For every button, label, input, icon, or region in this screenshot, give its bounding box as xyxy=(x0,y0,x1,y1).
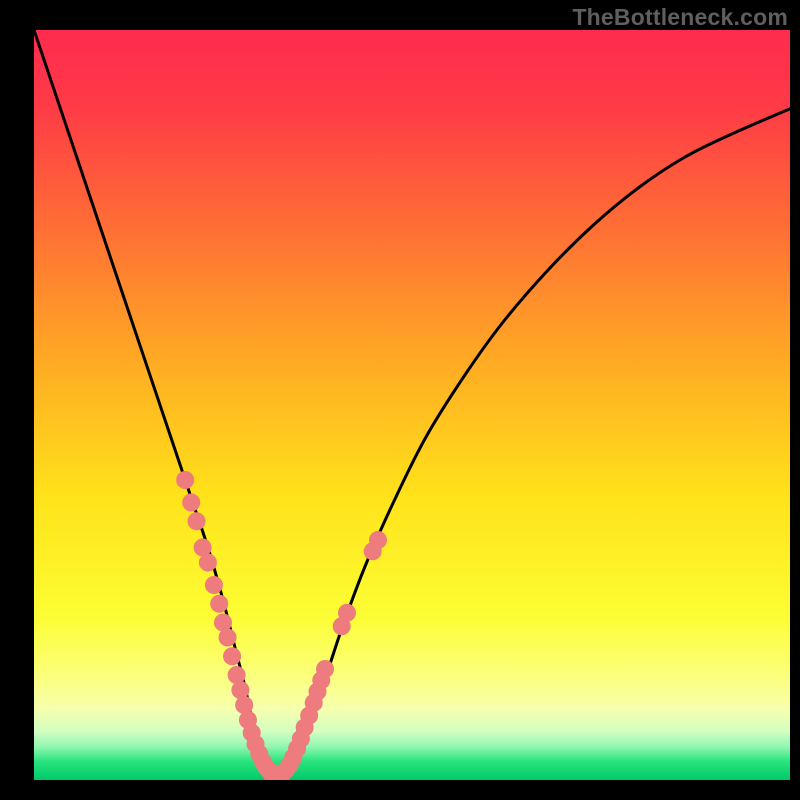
plot-area xyxy=(34,30,790,780)
sample-point xyxy=(235,696,253,714)
sample-point xyxy=(231,681,249,699)
sample-point xyxy=(182,494,200,512)
bottleneck-curve xyxy=(34,30,790,776)
sample-point xyxy=(205,576,223,594)
sample-point xyxy=(219,629,237,647)
sample-point xyxy=(188,512,206,530)
watermark-text: TheBottleneck.com xyxy=(572,4,788,31)
sample-point xyxy=(223,647,241,665)
sample-point xyxy=(210,595,228,613)
sample-points-group xyxy=(176,471,387,780)
sample-point xyxy=(228,666,246,684)
sample-point xyxy=(369,531,387,549)
chart-stage: TheBottleneck.com xyxy=(0,0,800,800)
sample-point xyxy=(199,554,217,572)
chart-svg xyxy=(34,30,790,780)
sample-point xyxy=(176,471,194,489)
sample-point xyxy=(338,604,356,622)
sample-point xyxy=(316,660,334,678)
